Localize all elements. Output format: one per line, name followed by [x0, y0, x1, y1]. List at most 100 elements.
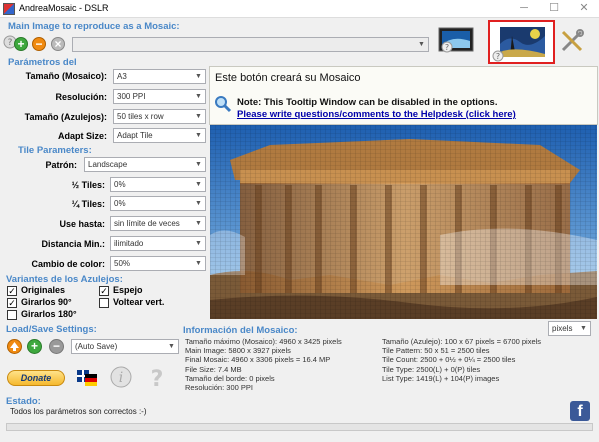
- language-flag-icon[interactable]: [76, 368, 98, 388]
- info-line: Final Mosaic: 4960 x 3306 pixels = 16.4 …: [185, 355, 331, 365]
- chevron-down-icon: ▼: [195, 181, 202, 188]
- add-settings-icon[interactable]: +: [27, 339, 42, 354]
- load-settings-icon[interactable]: [7, 339, 22, 354]
- app-icon: [3, 3, 15, 15]
- info-line: Tamaño máximo (Mosaico): 4960 x 3425 pix…: [185, 337, 342, 346]
- quarter-tiles-select[interactable]: 0% ▼: [110, 196, 206, 211]
- units-value: pixels: [552, 324, 573, 333]
- main-image-heading: Main Image to reproduce as a Mosaic:: [8, 21, 180, 32]
- tooltip-note: Note: This Tooltip Window can be disable…: [237, 97, 498, 108]
- chevron-down-icon: ▼: [195, 113, 202, 120]
- tamano-mosaico-value: A3: [117, 72, 127, 81]
- help-icon[interactable]: ?: [146, 365, 168, 392]
- tamano-azulejos-value: 50 tiles x row: [117, 112, 164, 121]
- loadsave-select[interactable]: (Auto Save) ▼: [71, 339, 179, 354]
- patron-select[interactable]: Landscape ▼: [84, 157, 206, 172]
- facebook-icon[interactable]: f: [570, 401, 590, 421]
- remove-image-icon[interactable]: −: [32, 37, 46, 51]
- distancia-min-value: ilimitado: [114, 239, 144, 248]
- title-bar: AndreaMosaic - DSLR ─ ☐ ✕: [0, 0, 599, 18]
- main-image-path-combo[interactable]: ▼: [72, 37, 429, 52]
- espejo-checkbox[interactable]: ✓: [99, 286, 109, 296]
- originales-checkbox[interactable]: ✓: [7, 286, 17, 296]
- status-text: Todos los parámetros son correctos :-): [10, 407, 147, 416]
- espejo-label: Espejo: [113, 285, 143, 295]
- adapt-size-select[interactable]: Adapt Tile ▼: [113, 128, 206, 143]
- tamano-azulejos-label: Tamaño (Azulejos):: [24, 112, 107, 122]
- progress-bar: [6, 423, 593, 431]
- chevron-down-icon: ▼: [195, 161, 202, 168]
- cambio-color-select[interactable]: 50% ▼: [110, 256, 206, 271]
- chevron-down-icon: ▼: [195, 73, 202, 80]
- girarlos180-label: Girarlos 180°: [21, 309, 77, 319]
- maximize-button[interactable]: ☐: [539, 0, 569, 18]
- girarlos180-checkbox[interactable]: [7, 310, 17, 320]
- info-line: Tile Count: 2500 + 0½ + 0¼ = 2500 tiles: [382, 355, 516, 365]
- tooltip-window[interactable]: Este botón creará su Mosaico Note: This …: [209, 66, 598, 125]
- chevron-down-icon: ▼: [195, 200, 202, 207]
- cambio-color-label: Cambio de color:: [31, 259, 105, 269]
- adapt-size-label: Adapt Size:: [57, 131, 107, 141]
- info-line: List Type: 1419(L) + 104(P) images: [382, 373, 500, 383]
- info-line: Tamaño (Azulejo): 100 x 67 pixels = 6700…: [382, 337, 542, 346]
- donate-button[interactable]: Donate: [7, 370, 65, 386]
- info-icon[interactable]: i: [109, 365, 133, 389]
- info-glyph: i: [119, 370, 123, 386]
- info-right-list: Tamaño (Azulejo): 100 x 67 pixels = 6700…: [382, 337, 541, 383]
- use-hasta-select[interactable]: sin límite de veces ▼: [110, 216, 206, 231]
- chevron-down-icon: ▼: [580, 325, 587, 332]
- tamano-azulejos-select[interactable]: 50 tiles x row ▼: [113, 109, 206, 124]
- distancia-min-label: Distancia Min.:: [41, 239, 105, 249]
- half-tiles-label: ½ Tiles:: [71, 180, 105, 190]
- chevron-down-icon: ▼: [195, 220, 202, 227]
- info-line: Main Image: 5800 x 3927 pixels: [185, 346, 291, 356]
- params-heading: Parámetros del: [8, 57, 77, 68]
- use-hasta-value: sin límite de veces: [114, 219, 180, 228]
- variants-heading: Variantes de los Azulejos:: [6, 274, 123, 285]
- add-image-icon[interactable]: +: [14, 37, 28, 51]
- resolucion-value: 300 PPI: [117, 92, 146, 101]
- chevron-down-icon: ▼: [195, 240, 202, 247]
- tooltip-title: Este botón creará su Mosaico: [215, 72, 361, 84]
- half-tiles-value: 0%: [114, 180, 126, 189]
- status-heading: Estado:: [6, 396, 41, 407]
- remove-settings-icon[interactable]: −: [49, 339, 64, 354]
- loadsave-value: (Auto Save): [75, 342, 118, 351]
- units-select[interactable]: pixels ▼: [548, 321, 591, 336]
- adapt-size-value: Adapt Tile: [117, 131, 153, 140]
- help-glyph: ?: [151, 367, 164, 389]
- info-line: Tile Type: 2500(L) + 0(P) tiles: [382, 364, 481, 374]
- use-hasta-label: Use hasta:: [59, 219, 105, 229]
- chevron-down-icon: ▼: [168, 343, 175, 350]
- info-line: File Size: 7.4 MB: [185, 364, 242, 374]
- resolucion-label: Resolución:: [55, 92, 107, 102]
- chevron-down-icon: ▼: [195, 132, 202, 139]
- helpdesk-link[interactable]: Please write questions/comments to the H…: [237, 109, 516, 120]
- distancia-min-select[interactable]: ilimitado ▼: [110, 236, 206, 251]
- create-mosaic-button[interactable]: ?: [488, 20, 555, 64]
- chevron-down-icon: ▼: [195, 93, 202, 100]
- info-left-list: Tamaño máximo (Mosaico): 4960 x 3425 pix…: [185, 337, 342, 392]
- tamano-mosaico-select[interactable]: A3 ▼: [113, 69, 206, 84]
- close-button[interactable]: ✕: [569, 0, 599, 18]
- tile-params-heading: Tile Parameters:: [18, 145, 92, 156]
- svg-text:?: ?: [445, 43, 449, 52]
- minimize-button[interactable]: ─: [509, 0, 539, 18]
- chevron-down-icon: ▼: [195, 260, 202, 267]
- voltear-label: Voltear vert.: [113, 297, 165, 307]
- voltear-checkbox[interactable]: [99, 298, 109, 308]
- girarlos90-checkbox[interactable]: ✓: [7, 298, 17, 308]
- settings-tools-icon[interactable]: [559, 28, 585, 54]
- half-tiles-select[interactable]: 0% ▼: [110, 177, 206, 192]
- resolucion-select[interactable]: 300 PPI ▼: [113, 89, 206, 104]
- open-photo-icon[interactable]: ?: [437, 25, 477, 55]
- info-line: Tile Pattern: 50 x 51 = 2500 tiles: [382, 346, 490, 356]
- svg-text:?: ?: [8, 38, 13, 48]
- info-line: Resolución: 300 PPI: [185, 383, 253, 393]
- patron-value: Landscape: [88, 160, 128, 169]
- girarlos90-label: Girarlos 90°: [21, 297, 72, 307]
- clear-image-icon[interactable]: ×: [51, 37, 65, 51]
- quarter-tiles-label: ¼ Tiles:: [71, 199, 105, 209]
- window-title: AndreaMosaic - DSLR: [19, 3, 109, 13]
- info-line: Tamaño del borde: 0 pixels: [185, 373, 275, 383]
